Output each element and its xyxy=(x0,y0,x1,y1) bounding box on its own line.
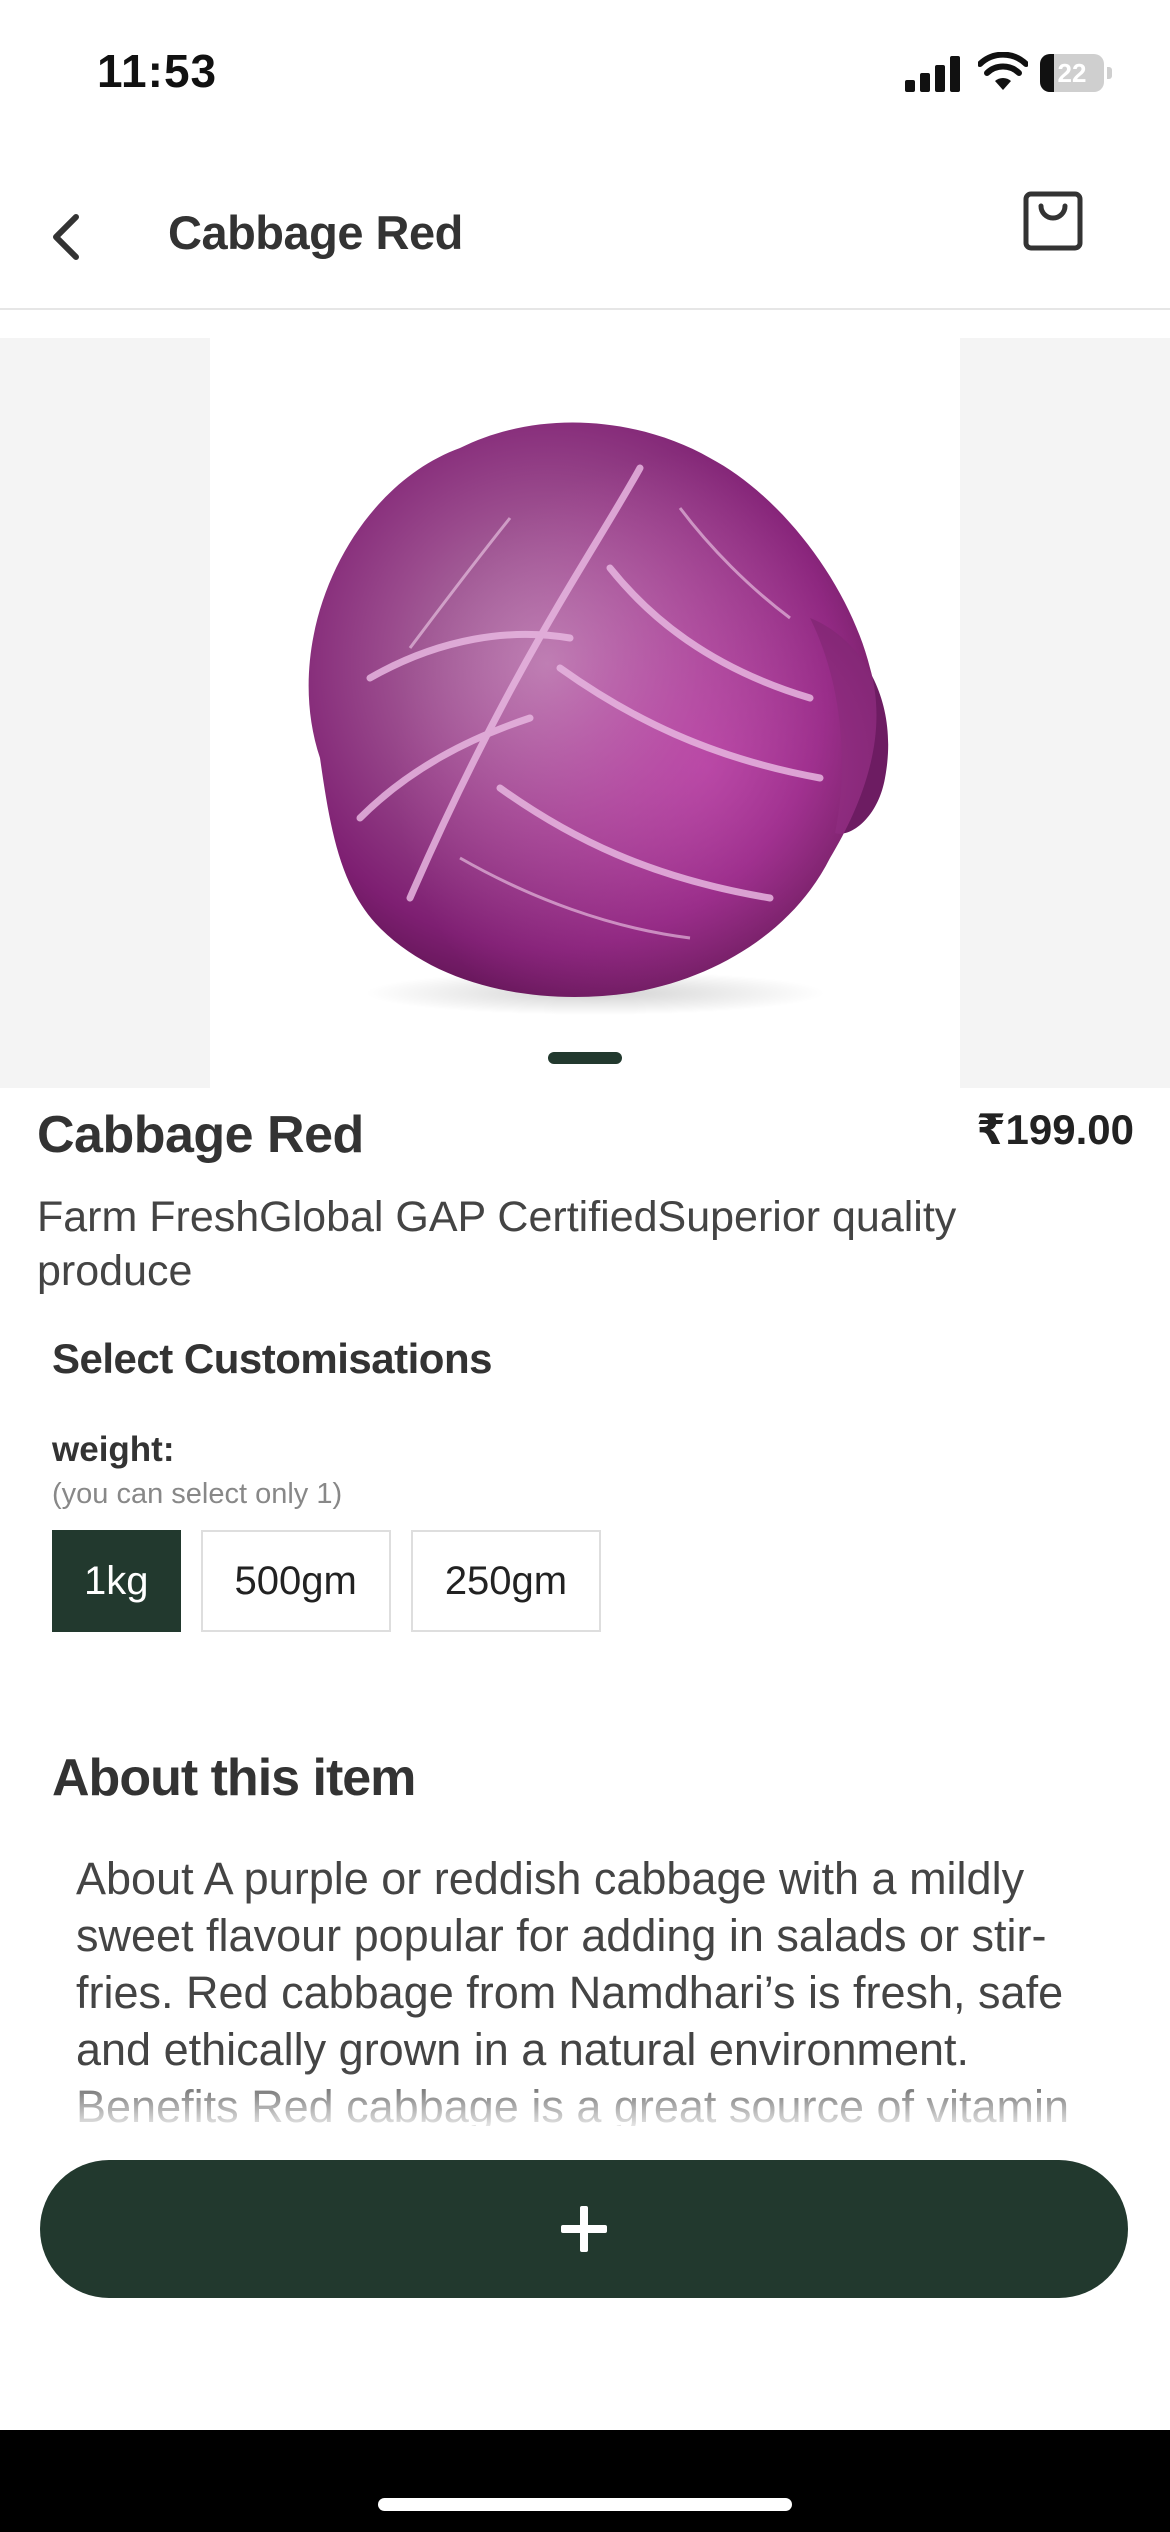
product-name: Cabbage Red xyxy=(37,1106,364,1164)
wifi-icon xyxy=(978,52,1028,90)
back-button[interactable] xyxy=(40,195,100,275)
carousel-prev-image xyxy=(0,338,210,1088)
weight-option-1kg[interactable]: 1kg xyxy=(52,1530,181,1632)
carousel-next-image xyxy=(960,338,1170,1088)
product-image-carousel[interactable] xyxy=(0,338,1170,1088)
chevron-left-icon xyxy=(53,214,79,260)
cart-button[interactable] xyxy=(1020,184,1086,256)
home-indicator[interactable] xyxy=(378,2498,792,2511)
battery-level: 22 xyxy=(1057,58,1087,88)
add-to-cart-button[interactable] xyxy=(40,2160,1128,2298)
system-bottom-bar xyxy=(0,2430,1170,2532)
product-tagline: Farm FreshGlobal GAP CertifiedSuperior q… xyxy=(37,1193,957,1295)
product-price: ₹199.00 xyxy=(976,1106,1134,1153)
nav-header: Cabbage Red xyxy=(0,160,1170,310)
weight-option-500gm[interactable]: 500gm xyxy=(200,1530,391,1632)
weight-option-250gm[interactable]: 250gm xyxy=(410,1530,602,1632)
battery-icon: 22 xyxy=(1040,54,1112,92)
shopping-bag-icon xyxy=(1023,191,1083,251)
product-image xyxy=(308,422,889,1015)
cellular-signal-icon xyxy=(905,56,960,92)
page-title: Cabbage Red xyxy=(168,206,463,259)
weight-options: 1kg 500gm 250gm xyxy=(52,1530,602,1632)
status-time: 11:53 xyxy=(97,45,218,97)
plus-icon xyxy=(561,2206,607,2252)
scroll-fade xyxy=(60,2070,1120,2130)
status-bar: 11:53 22 xyxy=(0,0,1170,140)
weight-hint: (you can select only 1) xyxy=(52,1478,343,1510)
carousel-page-indicator[interactable] xyxy=(548,1052,622,1064)
weight-label: weight: xyxy=(52,1430,175,1469)
customisations-title: Select Customisations xyxy=(52,1335,492,1382)
about-title: About this item xyxy=(52,1749,416,1807)
